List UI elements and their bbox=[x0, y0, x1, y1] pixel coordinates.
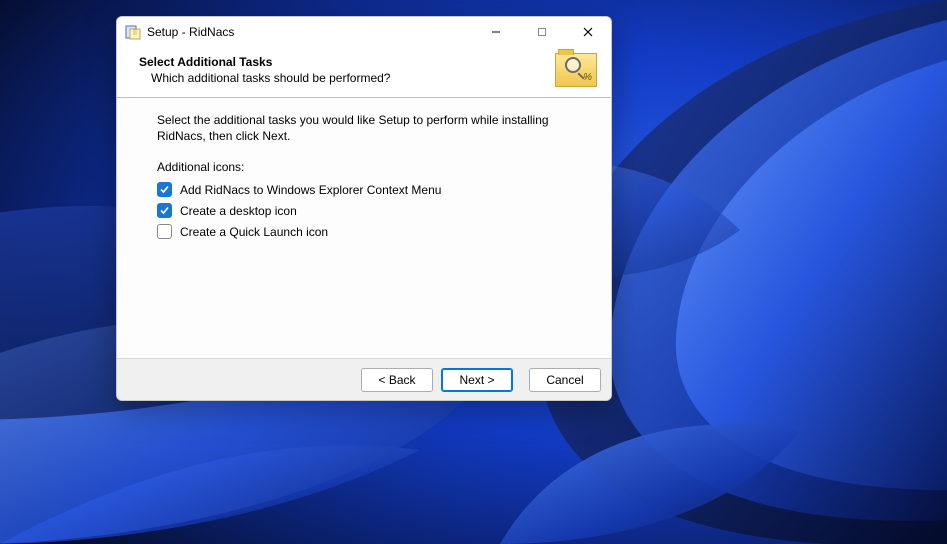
option-row-quick-launch: Create a Quick Launch icon bbox=[157, 224, 571, 239]
checkbox-desktop-icon[interactable] bbox=[157, 203, 172, 218]
option-row-desktop-icon: Create a desktop icon bbox=[157, 203, 571, 218]
back-button[interactable]: < Back bbox=[361, 368, 433, 392]
header-title: Select Additional Tasks bbox=[139, 55, 547, 69]
close-icon bbox=[583, 27, 593, 37]
intro-text: Select the additional tasks you would li… bbox=[157, 112, 571, 144]
window-controls bbox=[473, 17, 611, 47]
checkbox-label[interactable]: Add RidNacs to Windows Explorer Context … bbox=[180, 183, 441, 197]
close-button[interactable] bbox=[565, 17, 611, 47]
wizard-header: Select Additional Tasks Which additional… bbox=[117, 47, 611, 98]
checkbox-label[interactable]: Create a Quick Launch icon bbox=[180, 225, 328, 239]
check-icon bbox=[159, 184, 170, 195]
checkbox-context-menu[interactable] bbox=[157, 182, 172, 197]
next-button[interactable]: Next > bbox=[441, 368, 513, 392]
magnifier-icon bbox=[565, 57, 581, 73]
header-subtitle: Which additional tasks should be perform… bbox=[151, 71, 547, 85]
cancel-button[interactable]: Cancel bbox=[529, 368, 601, 392]
titlebar[interactable]: Setup - RidNacs bbox=[117, 17, 611, 47]
minimize-icon bbox=[491, 27, 501, 37]
check-icon bbox=[159, 205, 170, 216]
wizard-footer: < Back Next > Cancel bbox=[117, 358, 611, 400]
setup-window: Setup - RidNacs Select Additional Tasks … bbox=[116, 16, 612, 401]
app-icon bbox=[125, 24, 141, 40]
checkbox-quick-launch[interactable] bbox=[157, 224, 172, 239]
section-label: Additional icons: bbox=[157, 160, 571, 174]
window-title: Setup - RidNacs bbox=[147, 25, 473, 39]
maximize-icon bbox=[537, 27, 547, 37]
percent-icon: % bbox=[583, 72, 592, 83]
wizard-header-icon: % bbox=[555, 53, 597, 87]
minimize-button[interactable] bbox=[473, 17, 519, 47]
wizard-content: Select the additional tasks you would li… bbox=[117, 98, 611, 358]
option-row-context-menu: Add RidNacs to Windows Explorer Context … bbox=[157, 182, 571, 197]
checkbox-label[interactable]: Create a desktop icon bbox=[180, 204, 297, 218]
maximize-button[interactable] bbox=[519, 17, 565, 47]
